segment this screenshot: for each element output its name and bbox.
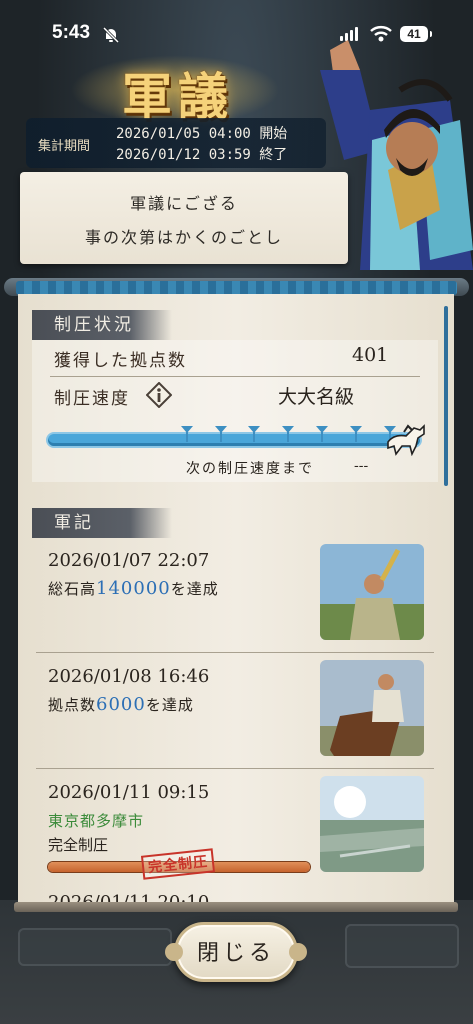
message-line-2: 事の次第はかくのごとし — [84, 228, 283, 247]
message-box: 軍議にござる 事の次第はかくのごとし — [20, 172, 348, 264]
period-end: 2026/01/12 03:59 終了 — [116, 147, 288, 163]
record-thumbnail — [320, 776, 424, 872]
next-speed-label: 次の制圧速度まで — [186, 461, 314, 477]
galloping-horse-icon — [387, 424, 425, 456]
divider — [36, 652, 434, 653]
divider — [50, 376, 420, 377]
record-number: 140000 — [96, 578, 171, 599]
progress-tick — [181, 426, 193, 442]
record-item: 2026/01/11 09:15 東京都多摩市 完全制圧 完全制圧 — [32, 776, 442, 892]
vertical-scrollbar[interactable] — [444, 306, 448, 486]
record-date: 2026/01/07 22:07 — [48, 550, 210, 571]
section-header-conquest: 制圧状況 — [32, 310, 172, 340]
status-time: 5:43 — [52, 22, 91, 43]
scroll-panel[interactable]: 制圧状況 獲得した拠点数 401 制圧速度 大大名級 次の制圧速度まで --- … — [18, 294, 454, 908]
progress-tick — [248, 426, 260, 442]
progress-tick — [316, 426, 328, 442]
bell-slash-icon — [102, 26, 120, 44]
progress-tick — [282, 426, 294, 442]
speed-progress-bar — [48, 426, 420, 446]
record-place: 東京都多摩市 — [48, 812, 145, 830]
complete-conquest-stamp: 完全制圧 — [140, 848, 216, 880]
close-button[interactable]: 閉じる — [165, 922, 307, 982]
record-thumbnail — [320, 660, 424, 756]
speed-label: 制圧速度 — [54, 389, 130, 409]
divider — [36, 768, 434, 769]
next-speed-value: --- — [354, 458, 369, 474]
record-text: 拠点数6000を達成 — [48, 694, 194, 715]
bases-label: 獲得した拠点数 — [54, 351, 187, 371]
progress-tick — [350, 426, 362, 442]
info-icon[interactable] — [146, 382, 172, 408]
record-date: 2026/01/08 16:46 — [48, 666, 210, 687]
scroll-rod-bottom — [14, 902, 458, 912]
scroll-band — [16, 281, 457, 295]
record-item: 2026/01/07 22:07 総石高140000を達成 — [32, 544, 442, 660]
record-text: 総石高140000を達成 — [48, 578, 219, 599]
record-date: 2026/01/11 09:15 — [48, 782, 210, 803]
period-label: 集計期間 — [38, 139, 91, 154]
record-number: 6000 — [96, 694, 146, 715]
speed-value: 大大名級 — [278, 386, 355, 408]
section-header-records: 軍記 — [32, 508, 172, 538]
period-start: 2026/01/05 04:00 開始 — [116, 126, 288, 142]
record-item: 2026/01/08 16:46 拠点数6000を達成 — [32, 660, 442, 776]
progress-tick — [215, 426, 227, 442]
message-line-1: 軍議にござる — [130, 194, 238, 213]
record-thumbnail — [320, 544, 424, 640]
record-status: 完全制圧 — [48, 836, 109, 854]
bases-value: 401 — [352, 344, 389, 366]
